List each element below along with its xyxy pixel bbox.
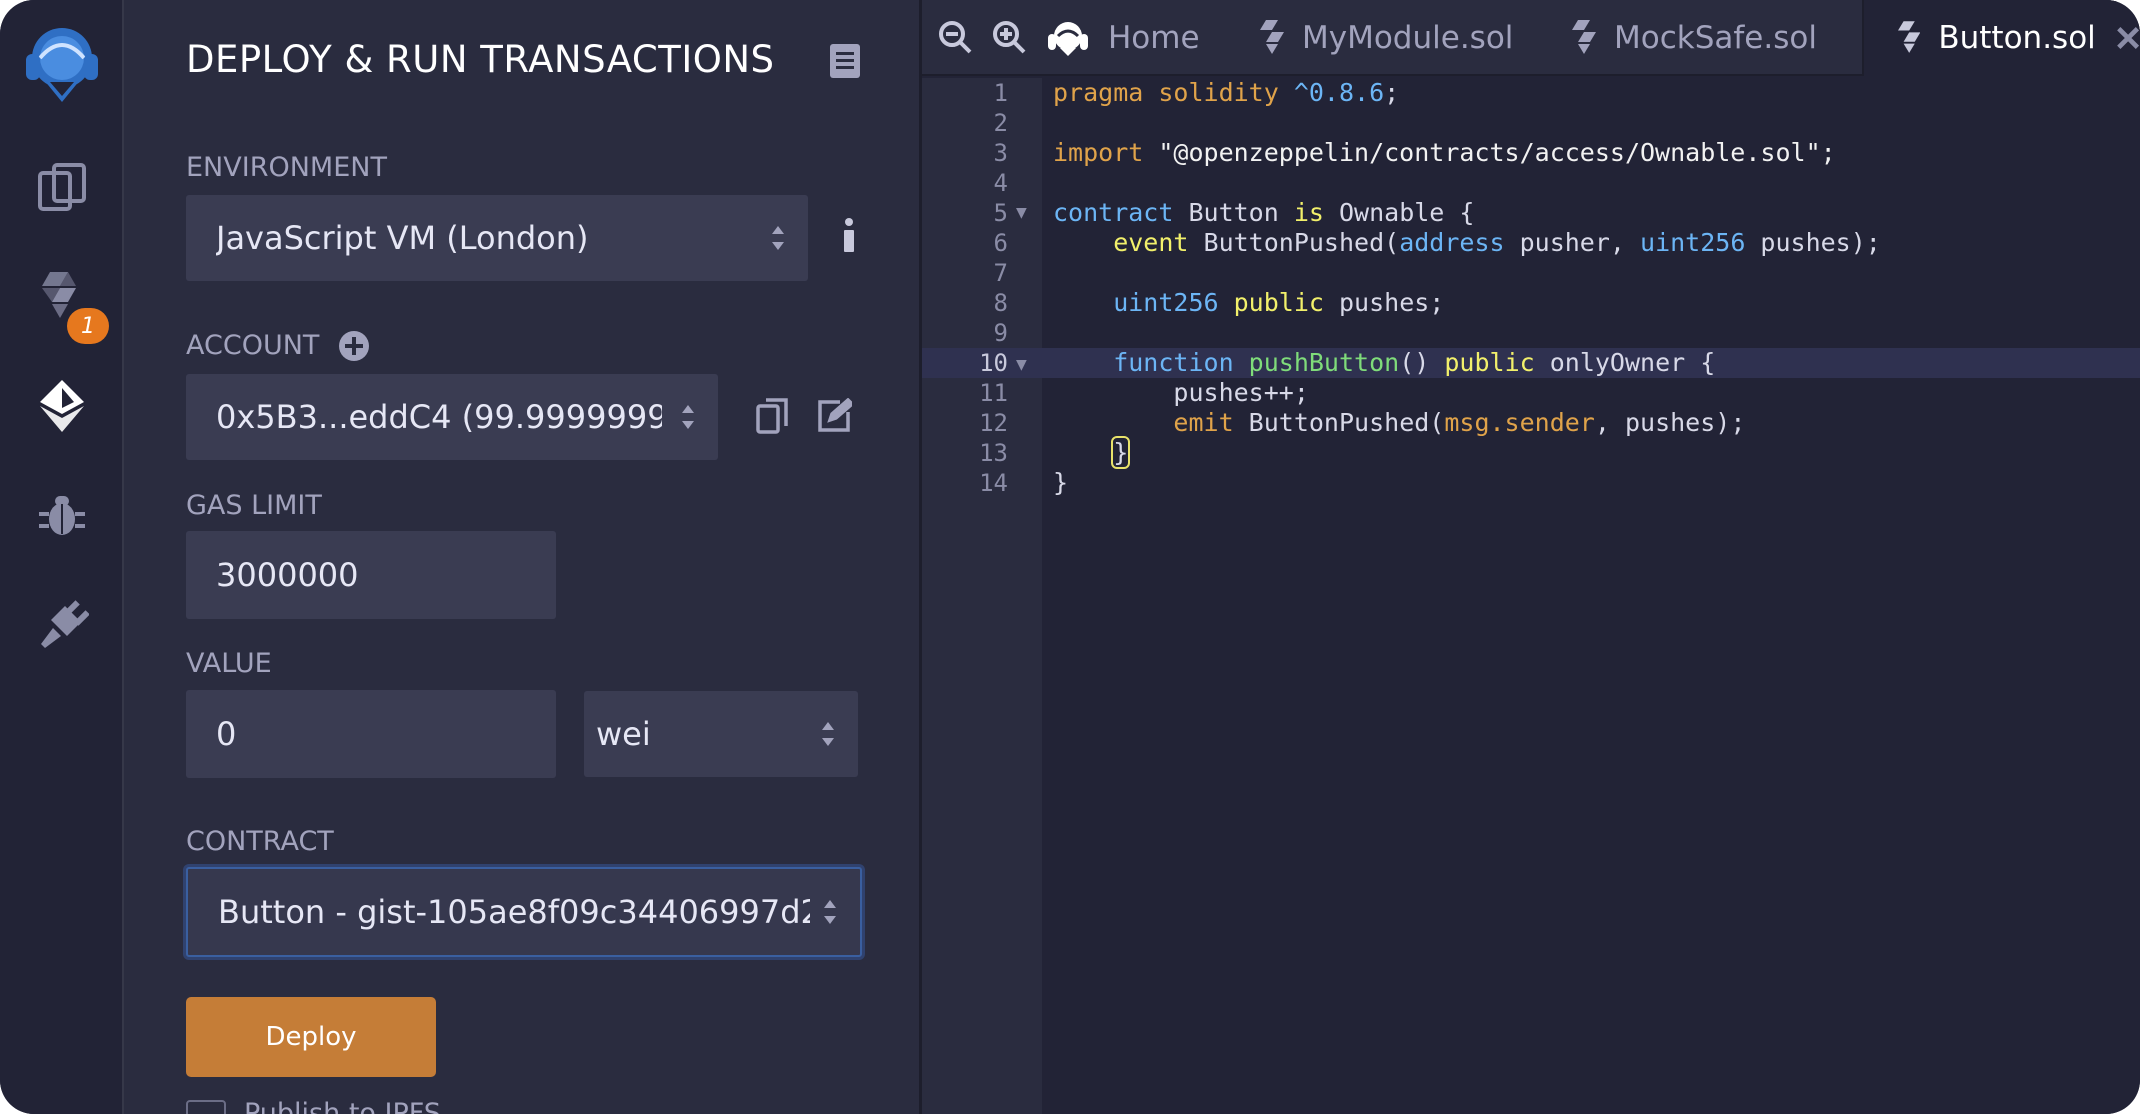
gas-limit-label: GAS LIMIT	[186, 490, 322, 521]
file-explorer-icon[interactable]	[0, 152, 124, 222]
fold-arrow-icon[interactable]: ▼	[1016, 198, 1027, 228]
code-line-6[interactable]: event ButtonPushed(address pusher, uint2…	[1053, 228, 1881, 258]
code-line-8[interactable]: uint256 public pushes;	[1053, 288, 1444, 318]
code-line-10[interactable]: function pushButton() public onlyOwner {	[1053, 348, 1715, 378]
zoom-in-icon[interactable]	[992, 20, 1026, 58]
solidity-file-icon	[1898, 21, 1921, 53]
code-line-14[interactable]: }	[1053, 468, 1068, 498]
deploy-button[interactable]: Deploy	[186, 997, 436, 1077]
line-number: 3	[993, 139, 1008, 167]
solidity-file-icon	[1260, 20, 1284, 54]
tab-mymodule[interactable]: MyModule.sol	[1260, 0, 1513, 76]
value-unit-select[interactable]: wei	[584, 691, 858, 777]
code-line-1[interactable]: pragma solidity ^0.8.6;	[1053, 78, 1399, 108]
select-arrows-icon	[824, 900, 836, 924]
copy-icon[interactable]	[756, 398, 788, 438]
code-line-5[interactable]: contract Button is Ownable {	[1053, 198, 1474, 228]
line-number: 12	[979, 409, 1008, 437]
line-number: 2	[993, 109, 1008, 137]
tab-label: MyModule.sol	[1302, 20, 1514, 56]
remix-logo-icon[interactable]	[0, 14, 124, 114]
documentation-icon[interactable]	[830, 44, 860, 82]
line-number: 4	[993, 169, 1008, 197]
contract-value: Button - gist-105ae8f09c34406997d2	[218, 893, 810, 931]
line-number: 10	[979, 349, 1008, 377]
code-line-11[interactable]: pushes++;	[1053, 378, 1308, 408]
editor-tabs: Home MyModule.sol MockSafe.sol Button.so…	[922, 0, 2140, 76]
debugger-icon[interactable]	[0, 480, 124, 550]
solidity-file-icon	[1572, 20, 1596, 54]
code-editor: Home MyModule.sol MockSafe.sol Button.so…	[922, 0, 2140, 1114]
zoom-out-icon[interactable]	[938, 20, 972, 58]
line-number: 6	[993, 229, 1008, 257]
remix-home-icon	[1048, 22, 1088, 56]
tab-label: Home	[1108, 20, 1200, 56]
value-unit: wei	[596, 715, 651, 753]
line-number: 8	[993, 289, 1008, 317]
publish-ipfs-label: Publish to IPFS	[244, 1098, 441, 1114]
tab-button-sol[interactable]: Button.sol	[1862, 0, 2140, 76]
tab-home[interactable]: Home	[1046, 0, 1200, 76]
code-line-3[interactable]: import "@openzeppelin/contracts/access/O…	[1053, 138, 1836, 168]
value-label: VALUE	[186, 648, 272, 679]
tab-label: MockSafe.sol	[1614, 20, 1817, 56]
code-line-13[interactable]: }	[1053, 436, 1131, 469]
publish-ipfs-checkbox[interactable]	[186, 1100, 226, 1114]
panel-title: DEPLOY & RUN TRANSACTIONS	[186, 38, 775, 81]
environment-value: JavaScript VM (London)	[216, 219, 589, 257]
line-number: 13	[979, 439, 1008, 467]
deploy-run-icon[interactable]	[0, 368, 124, 444]
contract-select[interactable]: Button - gist-105ae8f09c34406997d2	[186, 867, 862, 957]
tab-mocksafe[interactable]: MockSafe.sol	[1572, 0, 1817, 76]
compiler-badge: 1	[67, 308, 109, 344]
icon-bar: 1	[0, 0, 124, 1114]
line-number: 1	[993, 79, 1008, 107]
plugin-manager-icon[interactable]	[0, 590, 124, 660]
code-line-12[interactable]: emit ButtonPushed(msg.sender, pushes);	[1053, 408, 1745, 438]
deploy-run-panel: DEPLOY & RUN TRANSACTIONS ENVIRONMENT Ja…	[124, 0, 922, 1114]
select-arrows-icon	[822, 722, 834, 746]
fold-arrow-icon[interactable]: ▼	[1016, 350, 1027, 380]
select-arrows-icon	[772, 226, 784, 250]
line-number: 7	[993, 259, 1008, 287]
value-input[interactable]: 0	[186, 690, 556, 778]
gas-limit-value: 3000000	[216, 556, 359, 594]
gas-limit-input[interactable]: 3000000	[186, 531, 556, 619]
account-value: 0x5B3...eddC4 (99.9999999	[216, 398, 662, 436]
add-account-icon[interactable]	[338, 330, 370, 366]
line-number: 11	[979, 379, 1008, 407]
contract-label: CONTRACT	[186, 826, 334, 857]
remix-ide-window: 1 DEPLOY & RUN TRANSACTIONS ENVIRONMENT …	[0, 0, 2140, 1114]
info-icon[interactable]	[842, 218, 856, 258]
tab-label: Button.sol	[1938, 20, 2096, 56]
close-tab-icon[interactable]	[2116, 25, 2140, 51]
select-arrows-icon	[682, 405, 694, 429]
line-number: 5	[993, 199, 1008, 227]
line-number: 9	[993, 319, 1008, 347]
account-select[interactable]: 0x5B3...eddC4 (99.9999999	[186, 374, 718, 460]
edit-icon[interactable]	[816, 397, 855, 438]
account-label: ACCOUNT	[186, 330, 320, 361]
environment-select[interactable]: JavaScript VM (London)	[186, 195, 808, 281]
environment-label: ENVIRONMENT	[186, 152, 387, 183]
line-number: 14	[979, 469, 1008, 497]
value-amount: 0	[216, 715, 237, 753]
